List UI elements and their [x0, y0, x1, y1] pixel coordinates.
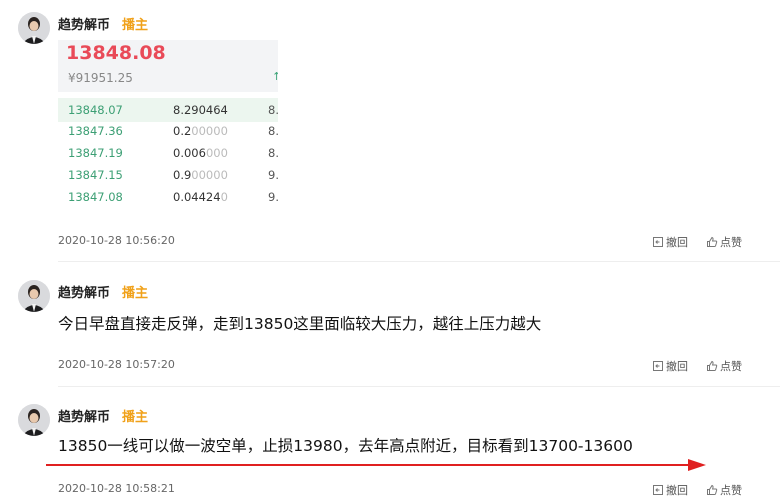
avatar[interactable] — [18, 404, 50, 436]
revoke-icon — [653, 361, 663, 371]
orderbook-qty: 8.290464 — [173, 103, 228, 117]
revoke-icon — [653, 485, 663, 495]
red-arrow-icon — [46, 459, 706, 471]
like-label: 点赞 — [720, 484, 742, 497]
orderbook-row: 13847.36 0.200000 8. — [58, 119, 278, 143]
orderbook-row: 13847.15 0.900000 9. — [58, 163, 278, 187]
ticker-price: 13848.08 — [66, 42, 166, 64]
post-divider — [58, 386, 780, 387]
orderbook-extra: 8. — [268, 146, 278, 160]
post-time: 2020-10-28 10:58:21 — [58, 482, 175, 495]
like-icon — [707, 484, 718, 495]
revoke-label: 撤回 — [666, 484, 688, 497]
like-icon — [707, 360, 718, 371]
post-time: 2020-10-28 10:56:20 — [58, 234, 175, 247]
avatar[interactable] — [18, 12, 50, 44]
ticker-card[interactable]: 13848.08 ¥91951.25 ↑ 13848.07 8.290464 8… — [58, 40, 278, 208]
ticker-header: 13848.08 ¥91951.25 ↑ — [58, 40, 278, 92]
role-badge: 播主 — [122, 286, 149, 301]
trend-arrow-icon: ↑ — [272, 70, 278, 83]
orderbook-qty: 0.044240 — [173, 190, 228, 204]
revoke-label: 撤回 — [666, 236, 688, 249]
avatar[interactable] — [18, 280, 50, 312]
like-button[interactable]: 点赞 — [706, 482, 742, 498]
ticker-cny-price: ¥91951.25 — [68, 71, 133, 85]
author-name[interactable]: 趋势解币 — [58, 14, 110, 33]
revoke-button[interactable]: 撤回 — [652, 358, 688, 374]
orderbook-price: 13847.15 — [68, 168, 123, 182]
orderbook-extra: 8. — [268, 103, 278, 117]
post-content: 13850一线可以做一波空单，止损13980，去年高点附近，目标看到13700-… — [58, 437, 633, 455]
post-time: 2020-10-28 10:57:20 — [58, 358, 175, 371]
orderbook-qty: 0.900000 — [173, 168, 228, 182]
role-badge: 播主 — [122, 18, 149, 33]
orderbook-qty: 0.006000 — [173, 146, 228, 160]
author-name[interactable]: 趋势解币 — [58, 282, 110, 301]
like-icon — [707, 236, 718, 247]
role-badge: 播主 — [122, 410, 149, 425]
orderbook-price: 13847.19 — [68, 146, 123, 160]
author-name[interactable]: 趋势解币 — [58, 406, 110, 425]
revoke-label: 撤回 — [666, 360, 688, 373]
orderbook-price: 13848.07 — [68, 103, 123, 117]
post-divider — [58, 261, 780, 262]
orderbook-row: 13847.08 0.044240 9. — [58, 185, 278, 208]
orderbook-extra: 9. — [268, 190, 278, 204]
orderbook-extra: 9. — [268, 168, 278, 182]
orderbook-qty: 0.200000 — [173, 124, 228, 138]
revoke-button[interactable]: 撤回 — [652, 482, 688, 498]
revoke-icon — [653, 237, 663, 247]
orderbook-price: 13847.36 — [68, 124, 123, 138]
like-button[interactable]: 点赞 — [706, 234, 742, 250]
post-content: 今日早盘直接走反弹，走到13850这里面临较大压力，越往上压力越大 — [58, 315, 542, 333]
revoke-button[interactable]: 撤回 — [652, 234, 688, 250]
post-1: 趋势解币 播主 13848.08 ¥91951.25 ↑ 13848.07 8.… — [0, 0, 780, 262]
orderbook-extra: 8. — [268, 124, 278, 138]
like-label: 点赞 — [720, 236, 742, 249]
like-label: 点赞 — [720, 360, 742, 373]
orderbook-row: 13847.19 0.006000 8. — [58, 141, 278, 165]
like-button[interactable]: 点赞 — [706, 358, 742, 374]
orderbook-price: 13847.08 — [68, 190, 123, 204]
